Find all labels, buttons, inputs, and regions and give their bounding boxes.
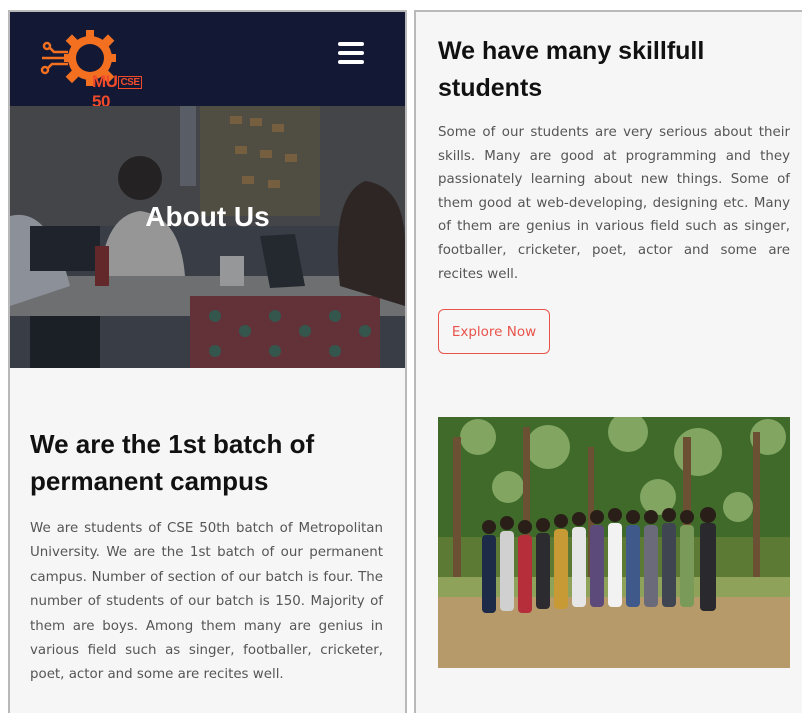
section-heading: We are the 1st batch of permanent campus <box>30 429 315 496</box>
skills-heading: We have many skillfull students <box>438 37 705 102</box>
explore-now-button[interactable]: Explore Now <box>438 309 550 354</box>
students-group-photo <box>438 417 790 668</box>
hero-banner: About Us <box>10 106 405 368</box>
site-logo[interactable]: MU CSE50 <box>38 30 158 111</box>
section-paragraph: We are students of CSE 50th batch of Met… <box>30 521 383 683</box>
skills-paragraph: Some of our students are very serious ab… <box>438 125 790 282</box>
left-mobile-panel: MU CSE50 About Us We are the 1st batch o… <box>8 10 407 713</box>
right-mobile-panel: We have many skillfull students Some of … <box>414 10 802 713</box>
group-photo-image <box>438 417 790 668</box>
hamburger-menu-icon[interactable] <box>338 42 364 64</box>
navbar: MU CSE50 <box>10 12 405 111</box>
office-photo <box>10 106 405 368</box>
hero-title: About Us <box>145 201 270 232</box>
